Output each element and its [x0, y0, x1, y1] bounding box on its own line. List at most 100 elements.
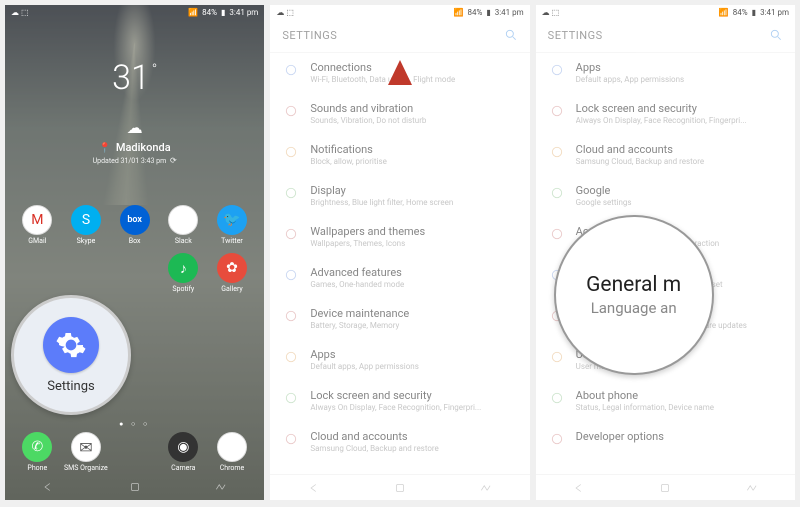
settings-row[interactable]: ConnectionsWi-Fi, Bluetooth, Data usage,…	[270, 53, 529, 94]
nav-back[interactable]	[294, 481, 334, 495]
page-indicator[interactable]: ● ○ ○	[5, 420, 264, 428]
settings-app-icon	[43, 317, 99, 373]
settings-row[interactable]: Device maintenanceBattery, Storage, Memo…	[270, 299, 529, 340]
panel-header: SETTINGS	[270, 20, 529, 53]
degree-symbol: °	[152, 62, 157, 78]
app-gmail[interactable]: MGMail	[22, 205, 52, 245]
status-time: 3:41 pm	[495, 8, 524, 17]
gear-icon	[55, 329, 87, 361]
notification-icons: ☁ ⬚	[542, 8, 560, 17]
settings-row[interactable]: Cloud and accountsSamsung Cloud, Backup …	[270, 422, 529, 463]
row-icon	[282, 389, 300, 407]
nav-recents[interactable]	[466, 481, 506, 495]
settings-panel-2: ☁ ⬚ 📶 84% ▮ 3:41 pm SETTINGS AppsDefault…	[536, 5, 795, 500]
home-screen: ☁ ⬚ 📶 84% ▮ 3:41 pm 31 ° ☁ 📍 Madikonda U…	[5, 5, 264, 500]
weather-widget[interactable]: 31 ° ☁ 📍 Madikonda Updated 31/01 3:43 pm…	[5, 58, 264, 165]
settings-panel-1: ☁ ⬚ 📶 84% ▮ 3:41 pm SETTINGS Connections…	[270, 5, 529, 500]
app-box[interactable]: boxBox	[120, 205, 150, 245]
settings-list[interactable]: ConnectionsWi-Fi, Bluetooth, Data usage,…	[270, 53, 529, 500]
status-bar: ☁ ⬚ 📶 84% ▮ 3:41 pm	[536, 5, 795, 20]
skype-icon: S	[71, 205, 101, 235]
settings-row[interactable]: GoogleGoogle settings	[536, 176, 795, 217]
app-slack[interactable]: ⁂Slack	[168, 205, 198, 245]
row-subtitle: Status, Legal information, Device name	[576, 403, 783, 412]
row-title: Google	[576, 184, 783, 197]
signal-icon: 📶	[719, 8, 729, 17]
settings-highlight[interactable]: Settings	[11, 295, 131, 415]
magnified-title: General m	[586, 273, 681, 297]
row-subtitle: Always On Display, Face Recognition, Fin…	[310, 403, 517, 412]
temperature: 31	[112, 58, 150, 98]
row-icon	[548, 348, 566, 366]
phone-icon: ✆	[22, 432, 52, 462]
app-spotify[interactable]: ♪Spotify	[168, 253, 198, 293]
row-title: Apps	[310, 348, 517, 361]
search-icon[interactable]	[769, 28, 783, 42]
app-sms[interactable]: ✉SMS Organizer	[64, 432, 108, 472]
row-icon	[548, 389, 566, 407]
settings-row[interactable]: AppsDefault apps, App permissions	[270, 340, 529, 381]
refresh-icon[interactable]: ⟳	[170, 156, 177, 165]
gmail-icon: M	[22, 205, 52, 235]
notification-icons: ☁ ⬚	[276, 8, 294, 17]
settings-label: Settings	[47, 379, 94, 394]
app-phone[interactable]: ✆Phone	[22, 432, 52, 472]
status-bar: ☁ ⬚ 📶 84% ▮ 3:41 pm	[5, 5, 264, 20]
nav-recents[interactable]	[732, 481, 772, 495]
row-icon	[282, 143, 300, 161]
row-title: About phone	[576, 389, 783, 402]
row-title: Developer options	[576, 430, 783, 443]
magnifier: General m Language an	[554, 215, 714, 375]
dock: ✆Phone ✉SMS Organizer ◉Camera ◉Chrome	[5, 432, 264, 472]
app-camera[interactable]: ◉Camera	[168, 432, 198, 472]
row-icon	[282, 225, 300, 243]
settings-row[interactable]: NotificationsBlock, allow, prioritise	[270, 135, 529, 176]
app-skype[interactable]: SSkype	[71, 205, 101, 245]
status-bar: ☁ ⬚ 📶 84% ▮ 3:41 pm	[270, 5, 529, 20]
row-title: Cloud and accounts	[310, 430, 517, 443]
row-title: Notifications	[310, 143, 517, 156]
app-twitter[interactable]: 🐦Twitter	[217, 205, 247, 245]
settings-row[interactable]: Cloud and accountsSamsung Cloud, Backup …	[536, 135, 795, 176]
row-title: Lock screen and security	[576, 102, 783, 115]
gallery-icon: ✿	[217, 253, 247, 283]
settings-row[interactable]: Developer options	[536, 422, 795, 458]
app-gallery[interactable]: ✿Gallery	[217, 253, 247, 293]
app-chrome[interactable]: ◉Chrome	[217, 432, 247, 472]
nav-recents[interactable]	[201, 480, 241, 494]
row-subtitle: Sounds, Vibration, Do not disturb	[310, 116, 517, 125]
row-subtitle: Wi-Fi, Bluetooth, Data usage, Flight mod…	[310, 75, 517, 84]
settings-row[interactable]: AppsDefault apps, App permissions	[536, 53, 795, 94]
settings-row[interactable]: Lock screen and securityAlways On Displa…	[270, 381, 529, 422]
sms-icon: ✉	[71, 432, 101, 462]
battery-pct: 84%	[467, 8, 482, 17]
settings-row[interactable]: Lock screen and securityAlways On Displa…	[536, 94, 795, 135]
row-subtitle: Battery, Storage, Memory	[310, 321, 517, 330]
row-icon	[282, 348, 300, 366]
settings-row[interactable]: Sounds and vibrationSounds, Vibration, D…	[270, 94, 529, 135]
row-icon	[548, 102, 566, 120]
row-icon	[548, 61, 566, 79]
settings-row[interactable]: Wallpapers and themesWallpapers, Themes,…	[270, 217, 529, 258]
row-subtitle: Games, One-handed mode	[310, 280, 517, 289]
row-icon	[548, 143, 566, 161]
settings-row[interactable]: About phoneStatus, Legal information, De…	[536, 381, 795, 422]
location-icon: 📍	[99, 143, 111, 154]
row-subtitle: Wallpapers, Themes, Icons	[310, 239, 517, 248]
battery-pct: 84%	[733, 8, 748, 17]
search-icon[interactable]	[504, 28, 518, 42]
chrome-icon: ◉	[217, 432, 247, 462]
settings-row[interactable]: Advanced featuresGames, One-handed mode	[270, 258, 529, 299]
signal-icon: 📶	[188, 8, 198, 17]
box-icon: box	[120, 205, 150, 235]
nav-back[interactable]	[559, 481, 599, 495]
settings-row[interactable]: DisplayBrightness, Blue light filter, Ho…	[270, 176, 529, 217]
nav-home[interactable]	[380, 481, 420, 495]
nav-home[interactable]	[645, 481, 685, 495]
nav-back[interactable]	[28, 480, 68, 494]
location-name: Madikonda	[116, 141, 171, 154]
row-icon	[548, 184, 566, 202]
nav-home[interactable]	[115, 480, 155, 494]
app-grid-row1: MGMail SSkype boxBox ⁂Slack 🐦Twitter ♪Sp…	[5, 205, 264, 293]
row-title: Apps	[576, 61, 783, 74]
